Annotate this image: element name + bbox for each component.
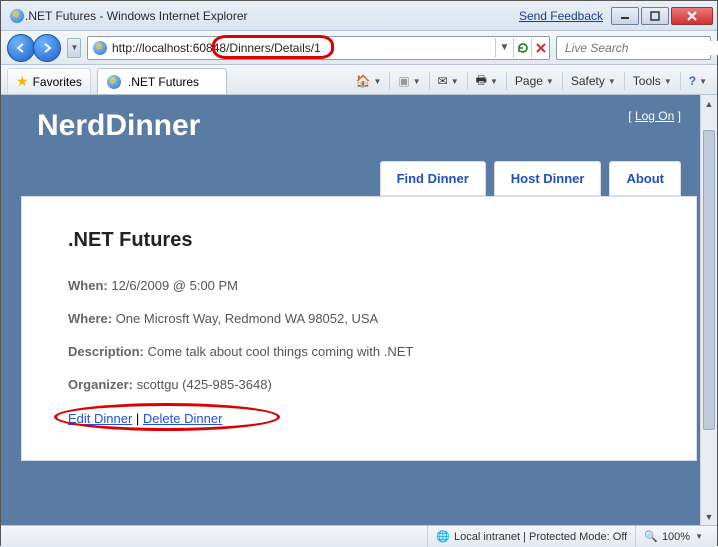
print-button[interactable]: 🖶▼ <box>472 69 502 94</box>
chevron-down-icon: ▼ <box>695 532 703 541</box>
send-feedback-link[interactable]: Send Feedback <box>519 9 603 23</box>
dinner-title: .NET Futures <box>68 229 650 252</box>
feeds-button[interactable]: ▣▼ <box>394 72 424 90</box>
back-button[interactable] <box>7 34 35 62</box>
nav-find-dinner[interactable]: Find Dinner <box>380 161 486 196</box>
address-bar[interactable]: http://localhost:60848/Dinners/Details/1… <box>87 36 550 60</box>
maximize-button[interactable] <box>641 7 669 25</box>
org-value: scottgu (425-985-3648) <box>137 377 272 392</box>
command-bar: ★ Favorites .NET Futures 🏠▼ ▣▼ ✉▼ 🖶▼ Pag… <box>1 65 717 95</box>
nav-history-dropdown[interactable]: ▼ <box>67 38 81 58</box>
safety-label: Safety <box>571 74 605 88</box>
zoom-value: 100% <box>662 531 690 543</box>
when-label: When: <box>68 278 108 293</box>
desc-label: Description: <box>68 344 144 359</box>
print-icon: 🖶 <box>476 71 487 92</box>
browser-tab[interactable]: .NET Futures <box>97 68 227 94</box>
window-titlebar: .NET Futures - Windows Internet Explorer… <box>1 1 717 31</box>
window-title: .NET Futures - Windows Internet Explorer <box>25 9 519 23</box>
navigation-bar: ▼ http://localhost:60848/Dinners/Details… <box>1 31 717 65</box>
safety-menu[interactable]: Safety▼ <box>567 72 620 90</box>
content-card: .NET Futures When: 12/6/2009 @ 5:00 PM W… <box>21 196 697 461</box>
rss-icon: ▣ <box>398 74 409 88</box>
refresh-button[interactable] <box>513 38 531 58</box>
url-text: http://localhost:60848/Dinners/Details/1 <box>112 41 495 55</box>
nav-host-dinner[interactable]: Host Dinner <box>494 161 602 196</box>
scroll-thumb[interactable] <box>703 130 715 430</box>
site-icon <box>92 40 108 56</box>
home-icon: 🏠 <box>356 74 371 88</box>
separator <box>506 72 507 90</box>
globe-icon: 🌐 <box>436 530 450 543</box>
security-zone[interactable]: 🌐 Local intranet | Protected Mode: Off <box>427 526 635 547</box>
when-value: 12/6/2009 @ 5:00 PM <box>111 278 238 293</box>
separator <box>562 72 563 90</box>
where-value: One Microsft Way, Redmond WA 98052, USA <box>116 311 379 326</box>
separator <box>680 72 681 90</box>
search-input[interactable] <box>565 41 718 55</box>
scroll-down-button[interactable]: ▼ <box>701 508 717 525</box>
address-dropdown[interactable]: ▼ <box>495 38 513 58</box>
tools-label: Tools <box>633 74 661 88</box>
tab-label: .NET Futures <box>128 75 199 89</box>
ie-icon <box>9 8 25 24</box>
page-label: Page <box>515 74 543 88</box>
logon-link[interactable]: Log On <box>635 109 674 123</box>
zone-text: Local intranet | Protected Mode: Off <box>454 531 627 543</box>
logon-area: [ Log On ] <box>628 109 681 123</box>
edit-dinner-link[interactable]: Edit Dinner <box>68 411 132 426</box>
mail-icon: ✉ <box>438 74 448 88</box>
separator <box>429 72 430 90</box>
delete-dinner-link[interactable]: Delete Dinner <box>143 411 223 426</box>
action-separator: | <box>132 411 143 426</box>
separator <box>624 72 625 90</box>
home-button[interactable]: 🏠▼ <box>352 72 386 90</box>
nav-about[interactable]: About <box>609 161 681 196</box>
page-viewport: NerdDinner [ Log On ] Find Dinner Host D… <box>1 95 717 525</box>
bracket: ] <box>674 109 681 123</box>
site-logo[interactable]: NerdDinner <box>37 109 200 143</box>
where-label: Where: <box>68 311 112 326</box>
forward-button[interactable] <box>33 34 61 62</box>
zoom-icon: 🔍 <box>644 530 658 543</box>
bracket: [ <box>628 109 635 123</box>
minimize-button[interactable] <box>611 7 639 25</box>
search-box[interactable]: 🔍 <box>556 36 711 60</box>
tools-menu[interactable]: Tools▼ <box>629 72 676 90</box>
status-bar: 🌐 Local intranet | Protected Mode: Off 🔍… <box>1 525 717 547</box>
favorites-button[interactable]: ★ Favorites <box>7 68 91 94</box>
help-icon: ? <box>689 74 696 88</box>
tab-icon <box>106 74 122 90</box>
desc-value: Come talk about cool things coming with … <box>147 344 413 359</box>
zoom-control[interactable]: 🔍 100% ▼ <box>635 526 711 547</box>
favorites-label: Favorites <box>33 75 82 89</box>
dinner-actions: Edit Dinner | Delete Dinner <box>68 411 222 426</box>
org-label: Organizer: <box>68 377 133 392</box>
mail-button[interactable]: ✉▼ <box>434 72 463 90</box>
stop-button[interactable] <box>531 38 549 58</box>
page-menu[interactable]: Page▼ <box>511 72 558 90</box>
separator <box>389 72 390 90</box>
separator <box>467 72 468 90</box>
close-button[interactable] <box>671 7 713 25</box>
star-icon: ★ <box>16 73 29 90</box>
help-button[interactable]: ?▼ <box>685 72 711 90</box>
vertical-scrollbar[interactable]: ▲ ▼ <box>700 95 717 525</box>
scroll-up-button[interactable]: ▲ <box>701 95 717 112</box>
